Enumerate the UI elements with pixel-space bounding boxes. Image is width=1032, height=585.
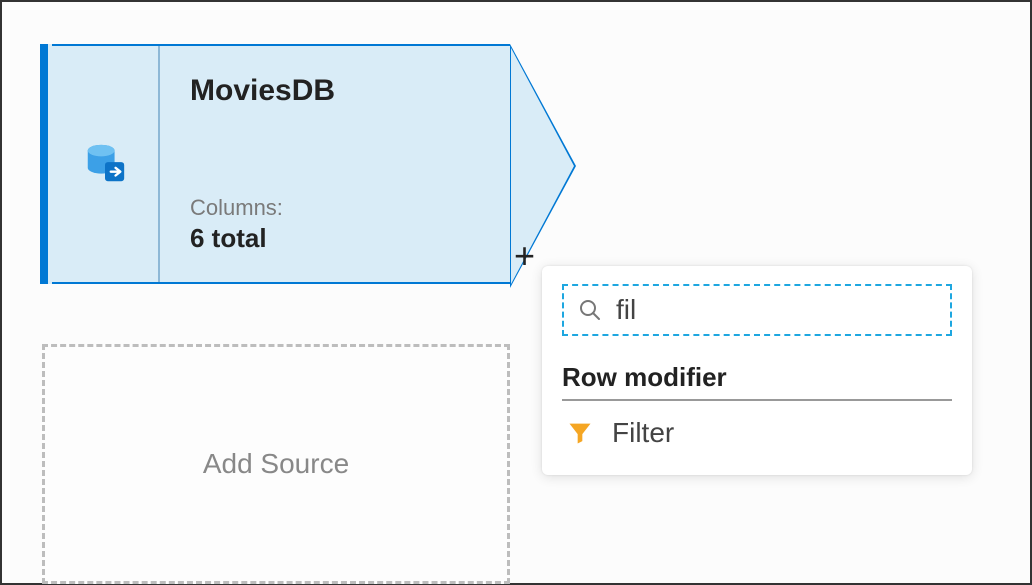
- source-node[interactable]: MoviesDB Columns: 6 total: [40, 44, 510, 284]
- search-icon: [578, 298, 602, 322]
- source-drag-handle[interactable]: [40, 44, 52, 284]
- search-box[interactable]: [562, 284, 952, 336]
- source-meta: Columns: 6 total: [190, 195, 480, 254]
- database-arrow-icon: [82, 141, 128, 187]
- source-content: MoviesDB Columns: 6 total: [160, 46, 510, 282]
- source-node-body: MoviesDB Columns: 6 total: [52, 44, 510, 284]
- transformation-item-filter[interactable]: Filter: [562, 401, 952, 453]
- transformation-picker-popup: Row modifier Filter: [542, 266, 972, 475]
- source-columns-label: Columns:: [190, 195, 480, 221]
- search-input[interactable]: [616, 294, 936, 326]
- transformation-item-label: Filter: [612, 417, 674, 449]
- add-source-placeholder[interactable]: Add Source: [42, 344, 510, 584]
- source-title: MoviesDB: [190, 74, 480, 108]
- funnel-icon: [566, 419, 594, 447]
- source-icon-column: [52, 46, 160, 282]
- add-source-label: Add Source: [203, 448, 349, 480]
- add-transformation-button[interactable]: +: [510, 234, 539, 278]
- section-title-row-modifier: Row modifier: [562, 362, 952, 393]
- source-columns-value: 6 total: [190, 223, 480, 254]
